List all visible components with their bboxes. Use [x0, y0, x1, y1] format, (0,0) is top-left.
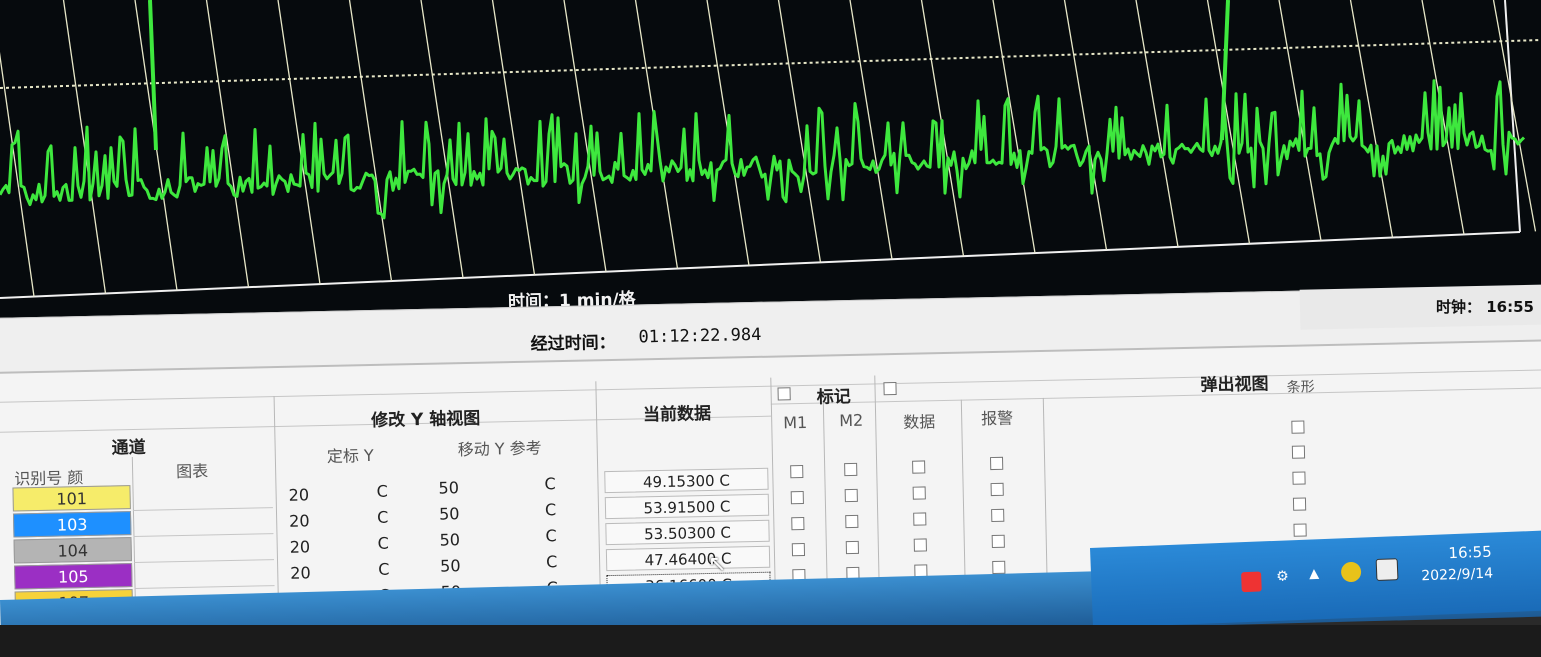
- move-y-value[interactable]: 50: [438, 478, 459, 497]
- clock-label: 时钟： 16:55: [1436, 298, 1534, 316]
- screen: 时间：1 min/格 时钟： 16:55 经过时间： 01:12:22.984 …: [0, 0, 1541, 657]
- chart-col-label: 图表: [175, 461, 209, 482]
- current-data-value: 49.15300 C: [604, 467, 769, 494]
- move-y-unit: C: [544, 500, 557, 520]
- m1-checkbox[interactable]: [791, 516, 805, 531]
- data-checkbox[interactable]: [913, 538, 927, 552]
- m1-checkbox[interactable]: [791, 542, 806, 557]
- chart-grid-line-12: [849, 0, 893, 260]
- scale-y-unit: C: [377, 533, 390, 553]
- taskbar: ⚙ ▲ 16:55 2022/9/14: [1090, 530, 1541, 628]
- row-divider: [133, 533, 274, 538]
- current-data-header: 当前数据: [642, 403, 712, 426]
- col-divider: [273, 396, 280, 627]
- current-data-value: 47.46400 C: [605, 545, 771, 572]
- scale-y-value[interactable]: 20: [288, 485, 309, 504]
- trend-chart-canvas[interactable]: [0, 0, 1541, 320]
- m2-label: M2: [839, 410, 864, 431]
- mark-checkbox[interactable]: [777, 387, 791, 401]
- chart-grid-line-11: [777, 0, 822, 263]
- mouse-cursor-icon: ↖: [708, 552, 727, 577]
- move-y-unit: C: [544, 474, 556, 494]
- channel-id-cell[interactable]: 103: [12, 511, 132, 538]
- move-y-value[interactable]: 50: [439, 504, 460, 523]
- current-data-value: 53.50300 C: [605, 519, 770, 546]
- popup-view-header: 弹出视图: [1200, 374, 1269, 396]
- alarm-checkbox[interactable]: [991, 508, 1005, 523]
- channel-id-cell[interactable]: 105: [14, 563, 133, 590]
- channel-header: 通道: [111, 437, 146, 459]
- scale-y-value[interactable]: 20: [289, 511, 310, 530]
- chart-grid-line-8: [563, 0, 607, 272]
- trend-chart[interactable]: 时间：1 min/格: [0, 0, 1541, 320]
- current-data-value: 53.91500 C: [604, 493, 770, 520]
- move-y-value[interactable]: 50: [440, 556, 461, 575]
- scale-y-label: 定标 Y: [326, 445, 374, 466]
- data-checkbox[interactable]: [913, 512, 927, 526]
- mark-header: 标记: [816, 386, 851, 408]
- alarm-checkbox[interactable]: [991, 534, 1005, 549]
- move-y-label: 移动 Y 参考: [457, 438, 542, 460]
- elapsed-time-label: 经过时间：: [530, 332, 616, 355]
- m1-checkbox[interactable]: [790, 464, 804, 479]
- bar-checkbox[interactable]: [1292, 497, 1307, 511]
- m1-label: M1: [783, 412, 808, 433]
- scale-y-unit: C: [376, 481, 388, 501]
- move-y-value[interactable]: 50: [439, 530, 460, 549]
- m2-checkbox[interactable]: [844, 488, 858, 503]
- move-y-unit: C: [545, 552, 558, 572]
- tray-expand-icon[interactable]: ▲: [1309, 566, 1330, 587]
- scale-y-unit: C: [378, 559, 390, 579]
- network-icon[interactable]: [1375, 558, 1399, 582]
- channel-id-cell[interactable]: 104: [13, 537, 132, 564]
- data-checkbox[interactable]: [912, 460, 926, 474]
- chart-grid-line-3: [205, 0, 250, 288]
- chart-grid-line-15: [1063, 0, 1108, 251]
- bar-checkbox[interactable]: [1292, 471, 1306, 485]
- antivirus-icon[interactable]: [1340, 561, 1362, 583]
- row-divider: [134, 585, 275, 590]
- chart-reference-line: [0, 39, 1541, 89]
- row-divider: [134, 559, 275, 564]
- popup-checkbox[interactable]: [883, 382, 897, 396]
- alarm-checkbox[interactable]: [990, 482, 1004, 497]
- bar-checkbox[interactable]: [1291, 445, 1306, 459]
- chart-grid-line-16: [1135, 0, 1179, 247]
- taskbar-date[interactable]: 2022/9/14: [1421, 566, 1493, 585]
- bar-checkbox[interactable]: [1293, 523, 1307, 537]
- modify-y-header: 修改 Y 轴视图: [370, 408, 481, 432]
- ime-settings-icon[interactable]: ⚙: [1276, 568, 1297, 589]
- elapsed-time-value: 01:12:22.984: [638, 324, 762, 348]
- alarm-col-label: 报警: [980, 408, 1014, 429]
- alarm-checkbox[interactable]: [990, 456, 1004, 471]
- monitor-bezel: [0, 625, 1541, 657]
- row-divider: [132, 507, 273, 512]
- channel-id-cell[interactable]: 101: [12, 485, 131, 512]
- chart-grid-line-21: [1492, 0, 1537, 232]
- m2-checkbox[interactable]: [845, 540, 859, 555]
- chart-x-axis: [0, 231, 1521, 299]
- m1-checkbox[interactable]: [790, 490, 804, 505]
- scale-y-value[interactable]: 20: [290, 537, 311, 556]
- chart-grid-line-14: [992, 0, 1036, 254]
- bar-col-label: 条形: [1286, 379, 1315, 396]
- data-checkbox[interactable]: [912, 486, 926, 500]
- scale-y-unit: C: [376, 507, 389, 527]
- m2-checkbox[interactable]: [845, 514, 859, 529]
- taskbar-time[interactable]: 16:55: [1448, 543, 1492, 563]
- chart-grid-line-0: [0, 51, 35, 297]
- scale-y-value[interactable]: 20: [290, 563, 311, 582]
- move-y-unit: C: [545, 526, 557, 546]
- data-col-label: 数据: [903, 412, 936, 432]
- bar-checkbox[interactable]: [1291, 420, 1305, 434]
- alarm-checkbox[interactable]: [992, 560, 1006, 575]
- chart-grid-line-7: [491, 0, 536, 275]
- chart-grid-line-5: [348, 0, 393, 282]
- sogou-ime-icon[interactable]: [1241, 571, 1262, 593]
- chart-right-border: [1504, 0, 1521, 233]
- m2-checkbox[interactable]: [844, 462, 858, 477]
